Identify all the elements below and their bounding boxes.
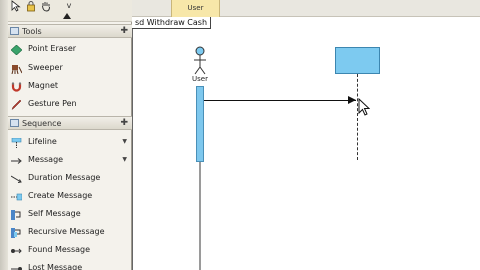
group-icon xyxy=(10,27,19,35)
tool-duration-message[interactable]: Duration Message xyxy=(8,169,132,187)
pin-icon[interactable]: ✚ xyxy=(120,25,128,38)
diagram-header-band: User xyxy=(132,0,480,17)
pen-icon xyxy=(11,99,22,111)
tool-label: Recursive Message xyxy=(28,227,105,236)
sequence-frame-label[interactable]: sd Withdraw Cash xyxy=(132,17,212,29)
lifeline-icon xyxy=(11,137,22,148)
diagram-canvas[interactable]: User sd Withdraw Cash User xyxy=(132,0,480,270)
lock-icon[interactable] xyxy=(25,0,37,12)
group-icon xyxy=(10,119,19,127)
tool-label: Duration Message xyxy=(28,173,101,182)
message-icon xyxy=(11,155,22,165)
message-arrowhead-icon xyxy=(348,96,356,104)
user-lifeline[interactable] xyxy=(199,162,201,270)
tool-lost-message[interactable]: Lost Message xyxy=(8,259,132,270)
tools-group-title: Tools xyxy=(22,27,42,36)
recursive-message-icon xyxy=(11,227,22,238)
tool-label: Gesture Pen xyxy=(28,99,77,108)
eraser-icon xyxy=(10,44,23,56)
palette-toolbar: v xyxy=(8,0,132,22)
tool-magnet[interactable]: Magnet xyxy=(8,77,132,95)
window-edge xyxy=(0,0,8,270)
tool-label: Message xyxy=(28,155,64,164)
frame-border xyxy=(132,17,133,270)
sweeper-icon xyxy=(11,63,23,75)
sequence-group-title: Sequence xyxy=(22,119,62,128)
tool-label: Lifeline xyxy=(28,137,57,146)
submenu-arrow-icon[interactable]: ▼ xyxy=(122,133,127,151)
duration-message-icon xyxy=(10,173,22,183)
lifeline-object-box[interactable] xyxy=(335,47,380,74)
tool-create-message[interactable]: Create Message xyxy=(8,187,132,205)
tool-found-message[interactable]: Found Message xyxy=(8,241,132,259)
select-arrow-icon[interactable] xyxy=(10,0,22,12)
tool-lifeline[interactable]: Lifeline ▼ xyxy=(8,133,132,151)
tool-label: Sweeper xyxy=(28,63,63,72)
tab-user[interactable]: User xyxy=(171,0,220,17)
pin-icon[interactable]: ✚ xyxy=(120,117,128,130)
tool-self-message[interactable]: Self Message xyxy=(8,205,132,223)
actor-label: User xyxy=(192,75,208,83)
tool-label: Create Message xyxy=(28,191,93,200)
mouse-cursor-icon xyxy=(358,98,370,116)
tool-label: Found Message xyxy=(28,245,91,254)
tool-sweeper[interactable]: Sweeper xyxy=(8,59,132,77)
tools-group-header[interactable]: Tools ✚ xyxy=(8,24,132,38)
tool-point-eraser[interactable]: Point Eraser xyxy=(8,40,132,58)
found-message-icon xyxy=(11,245,22,255)
tool-label: Self Message xyxy=(28,209,81,218)
pan-hand-icon[interactable] xyxy=(40,0,52,12)
lost-message-icon xyxy=(11,263,22,270)
submenu-arrow-icon[interactable]: ▼ xyxy=(122,151,127,169)
message-connector[interactable] xyxy=(204,100,356,101)
tool-gesture-pen[interactable]: Gesture Pen xyxy=(8,95,132,113)
tool-label: Lost Message xyxy=(28,263,83,270)
tool-recursive-message[interactable]: Recursive Message xyxy=(8,223,132,241)
create-message-icon xyxy=(11,191,23,201)
tool-message[interactable]: Message ▼ xyxy=(8,151,132,169)
sequence-group-header[interactable]: Sequence ✚ xyxy=(8,116,132,130)
self-message-icon xyxy=(11,209,22,220)
app-window: v Tools ✚ Point Eraser Sweeper Magnet Ge… xyxy=(0,0,480,270)
diagram-toolbar-palette: v Tools ✚ Point Eraser Sweeper Magnet Ge… xyxy=(8,0,132,270)
tool-label: Point Eraser xyxy=(28,44,77,53)
activation-bar[interactable] xyxy=(196,86,204,162)
more-tools-button[interactable]: v xyxy=(63,0,75,12)
tool-label: Magnet xyxy=(28,81,59,90)
magnet-icon xyxy=(11,81,22,92)
expand-caret-icon[interactable] xyxy=(63,13,71,19)
